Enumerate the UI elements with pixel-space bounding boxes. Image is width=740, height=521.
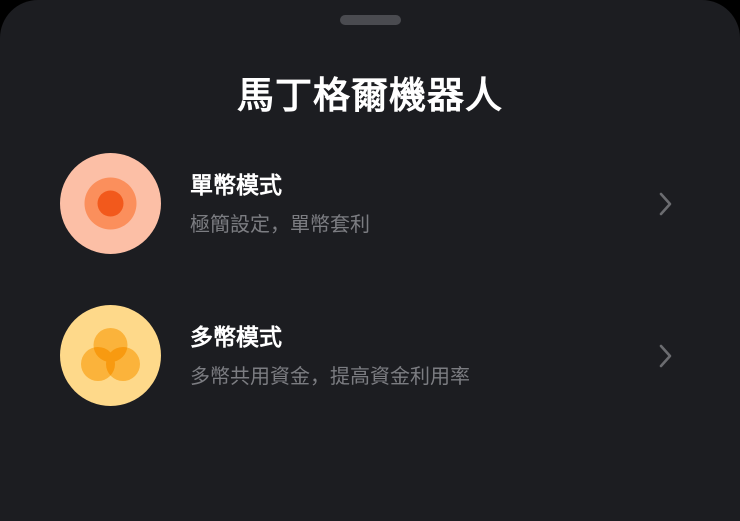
chevron-right-icon: [659, 192, 672, 216]
concentric-circles-icon: [60, 153, 161, 254]
mode-title: 單幣模式: [190, 173, 282, 199]
multi-coin-mode-option[interactable]: 多幣模式 多幣共用資金，提高資金利用率: [0, 302, 740, 412]
chevron-right-icon: [659, 344, 672, 368]
mode-description: 極簡設定，單幣套利: [190, 212, 370, 236]
drag-handle[interactable]: [340, 15, 401, 25]
bottom-sheet: 馬丁格爾機器人 單幣模式 極簡設定，單幣套利 多幣模式 多幣共用資金，提高資金利…: [0, 0, 740, 521]
mode-title: 多幣模式: [190, 325, 282, 351]
three-coins-icon: [60, 305, 161, 406]
sheet-title: 馬丁格爾機器人: [237, 74, 503, 117]
single-coin-mode-option[interactable]: 單幣模式 極簡設定，單幣套利: [0, 150, 740, 260]
mode-description: 多幣共用資金，提高資金利用率: [190, 364, 470, 388]
